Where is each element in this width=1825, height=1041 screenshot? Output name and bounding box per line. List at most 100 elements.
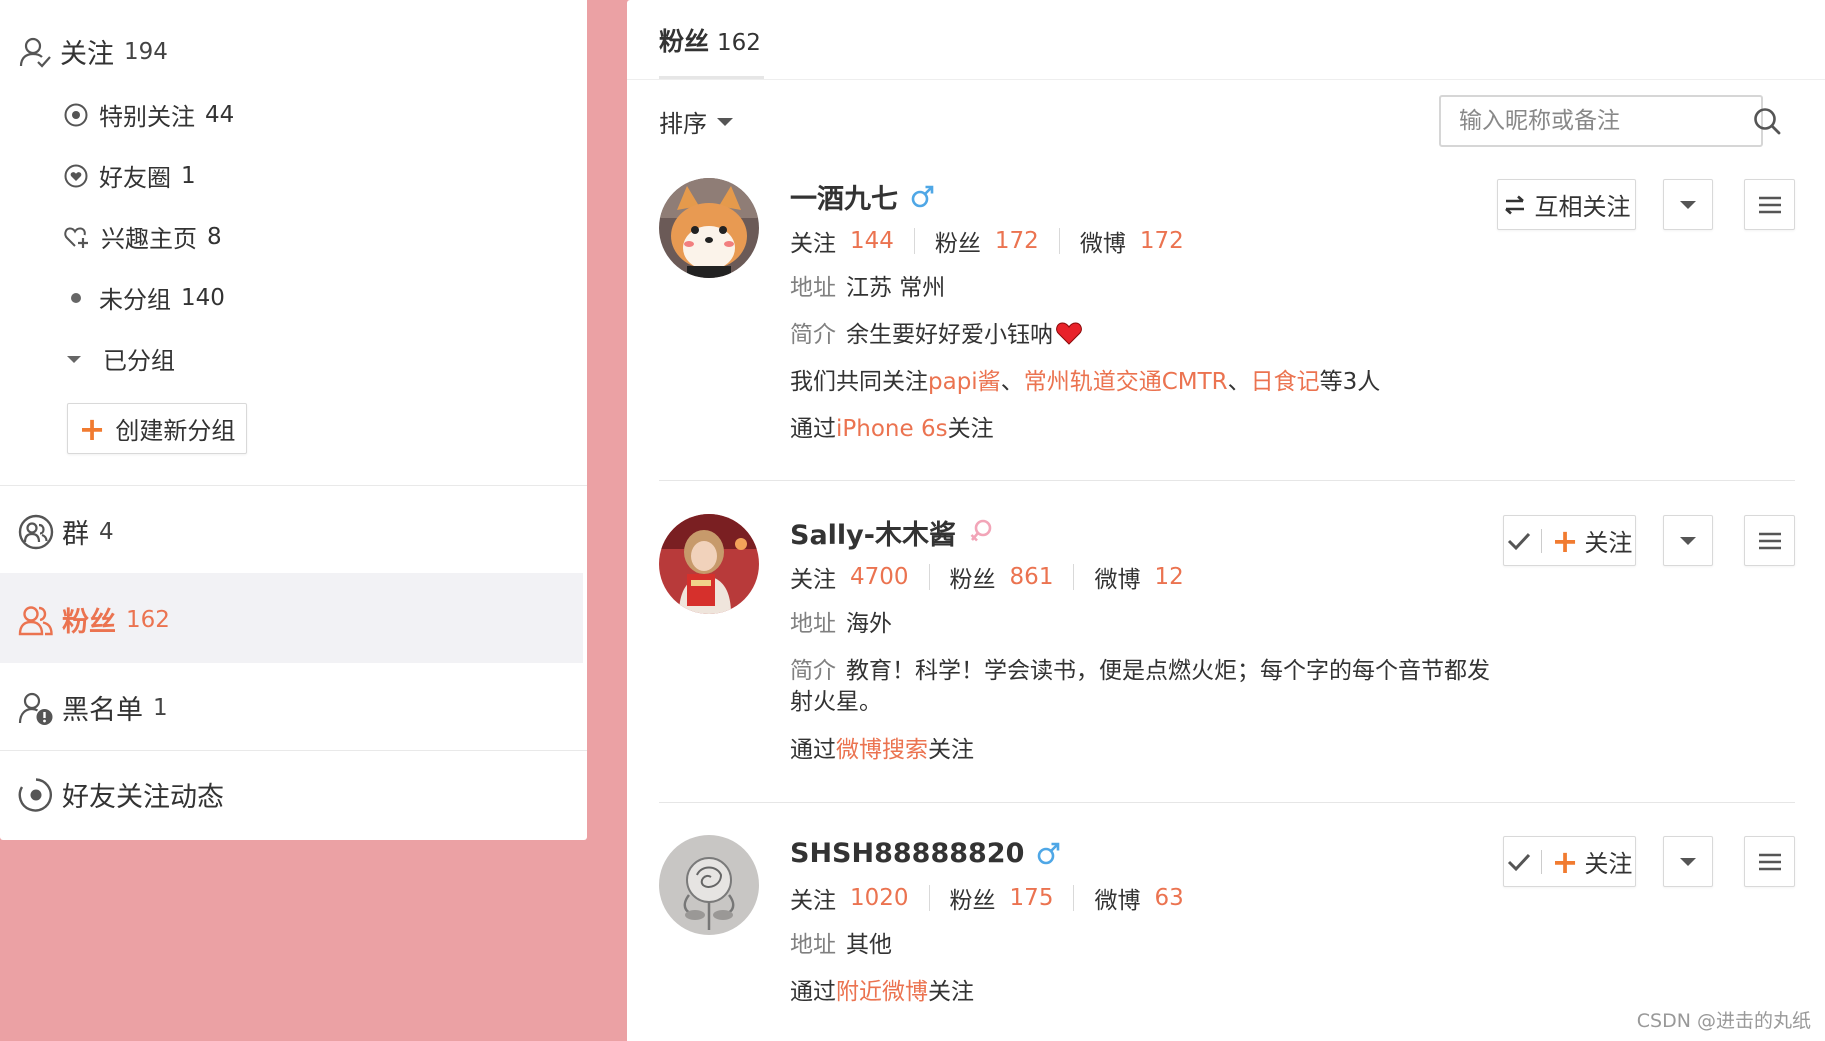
sidebar-item-friends-activity[interactable]: 好友关注动态 [18,775,224,814]
fan-item: 一酒九七 关注 144 粉丝 172 微博 172 地址 江苏 常州 简介 余生… [659,178,1795,478]
stat-weibo[interactable]: 微博 63 [1094,881,1183,915]
stat-follow[interactable]: 关注 144 [790,224,894,258]
intro-label: 简介 [790,658,836,684]
card-divider [659,802,1795,803]
menu-button[interactable] [1744,836,1795,887]
stat-weibo[interactable]: 微博 172 [1080,224,1184,258]
search-icon[interactable] [1752,106,1782,136]
stat-value: 175 [1009,885,1054,911]
fan-via: 通过微博搜索关注 [790,735,1510,765]
stat-fans[interactable]: 粉丝 172 [935,224,1039,258]
stat-value: 172 [994,228,1039,254]
caret-down-icon [717,117,733,126]
stat-follow[interactable]: 关注 4700 [790,560,909,594]
stat-weibo[interactable]: 微博 12 [1094,560,1183,594]
users-icon [18,603,54,637]
dot-icon [63,285,89,311]
sidebar-item-grouped[interactable]: 已分组 [63,341,175,376]
sidebar-item-ungrouped[interactable]: 未分组 140 [63,280,225,315]
heart-plus-icon [63,224,91,250]
stat-divider [913,228,915,254]
fan-name[interactable]: SHSH88888820 [790,838,1024,869]
sidebar-item-count: 1 [181,162,196,189]
tab-label: 粉丝 [659,27,710,56]
common-follow-link[interactable]: 常州轨道交通CMTR [1024,369,1228,395]
via-source-link[interactable]: 微博搜索 [836,737,928,763]
address-value: 江苏 常州 [846,275,946,301]
via-source-link[interactable]: 附近微博 [836,979,928,1005]
menu-button[interactable] [1744,515,1795,566]
stat-fans[interactable]: 粉丝 175 [950,881,1054,915]
caret-down-icon [1680,200,1696,209]
stat-value: 1020 [850,885,909,911]
stat-label: 粉丝 [934,231,981,257]
intro-value: 余生要好好爱小钰呐 [846,322,1053,348]
sidebar-item-follow[interactable]: 关注 194 [18,32,168,71]
sidebar-item-groups[interactable]: 群 4 [18,512,114,551]
menu-button[interactable] [1744,179,1795,230]
fan-info: SHSH88888820 关注 1020 粉丝 175 微博 63 地址 其他 … [790,835,1184,1007]
sidebar-item-label: 兴趣主页 [101,225,197,253]
create-group-button[interactable]: + 创建新分组 [67,403,247,454]
fans-panel: 粉丝 162 排序 输入昵称或备注 一酒九七 关注 144 粉丝 172 微博 … [627,0,1825,1041]
fan-via: 通过附近微博关注 [790,977,1184,1007]
sidebar-item-count: 8 [207,223,222,250]
via-suffix: 关注 [947,416,994,442]
via-suffix: 关注 [928,979,974,1005]
stat-value: 4700 [850,564,909,590]
button-divider [1540,849,1542,874]
menu-icon [1758,531,1782,551]
common-prefix: 我们共同关注 [790,369,928,395]
via-suffix: 关注 [928,737,974,763]
avatar[interactable] [659,835,759,935]
fan-info: 一酒九七 关注 144 粉丝 172 微博 172 地址 江苏 常州 简介 余生… [790,178,1380,444]
watermark: CSDN @进击的丸纸 [1636,1010,1811,1032]
sidebar-item-label: 黑名单 [62,695,143,726]
male-icon [1036,840,1062,866]
sidebar-item-label: 粉丝 [62,607,116,638]
heart-circle-icon [63,163,89,189]
sort-dropdown[interactable]: 排序 [659,104,733,139]
via-source-link[interactable]: iPhone 6s [836,416,948,442]
sidebar-item-label: 关注 [60,39,114,70]
fan-stats: 关注 1020 粉丝 175 微博 63 [790,881,1184,915]
mutual-follow-button[interactable]: 互相关注 [1497,179,1636,230]
check-icon [1507,851,1531,873]
follow-button[interactable]: + 关注 [1503,836,1636,887]
sidebar-item-label: 未分组 [99,286,171,314]
follow-label: 关注 [1584,529,1633,557]
sidebar-item-blacklist[interactable]: 黑名单 1 [18,688,168,727]
fan-name[interactable]: Sally-木木酱 [790,513,956,552]
menu-icon [1758,852,1782,872]
tab-count: 162 [717,30,761,56]
sidebar-item-special-follow[interactable]: 特别关注 44 [63,97,234,132]
stat-label: 粉丝 [949,888,996,914]
stat-divider [928,564,930,590]
card-divider [659,480,1795,481]
search-input[interactable] [1441,97,1752,145]
common-follow-link[interactable]: papi酱 [928,369,1001,395]
sidebar-item-interest[interactable]: 兴趣主页 8 [63,219,222,254]
follow-button[interactable]: + 关注 [1503,515,1636,566]
sidebar-divider [0,750,587,751]
triangle-down-icon [63,346,85,372]
more-dropdown-button[interactable] [1663,836,1713,887]
tab-fans[interactable]: 粉丝 162 [659,22,761,58]
common-follow-link[interactable]: 日食记 [1251,369,1320,395]
stat-follow[interactable]: 关注 1020 [790,881,909,915]
heart-emoji-icon [1055,320,1083,346]
stat-fans[interactable]: 粉丝 861 [950,560,1054,594]
avatar[interactable] [659,514,759,614]
target-circle-icon [63,102,89,128]
common-suffix: 等3人 [1319,369,1381,395]
stat-label: 关注 [790,888,836,914]
fan-name[interactable]: 一酒九七 [790,177,898,216]
sidebar-item-label: 群 [62,519,89,550]
sidebar-item-friends-circle[interactable]: 好友圈 1 [63,158,196,193]
sidebar-item-count: 4 [99,518,114,545]
avatar[interactable] [659,178,759,278]
more-dropdown-button[interactable] [1663,179,1713,230]
sidebar-item-label: 好友关注动态 [62,782,224,813]
sidebar-item-fans[interactable]: 粉丝 162 [18,600,170,639]
more-dropdown-button[interactable] [1663,515,1713,566]
